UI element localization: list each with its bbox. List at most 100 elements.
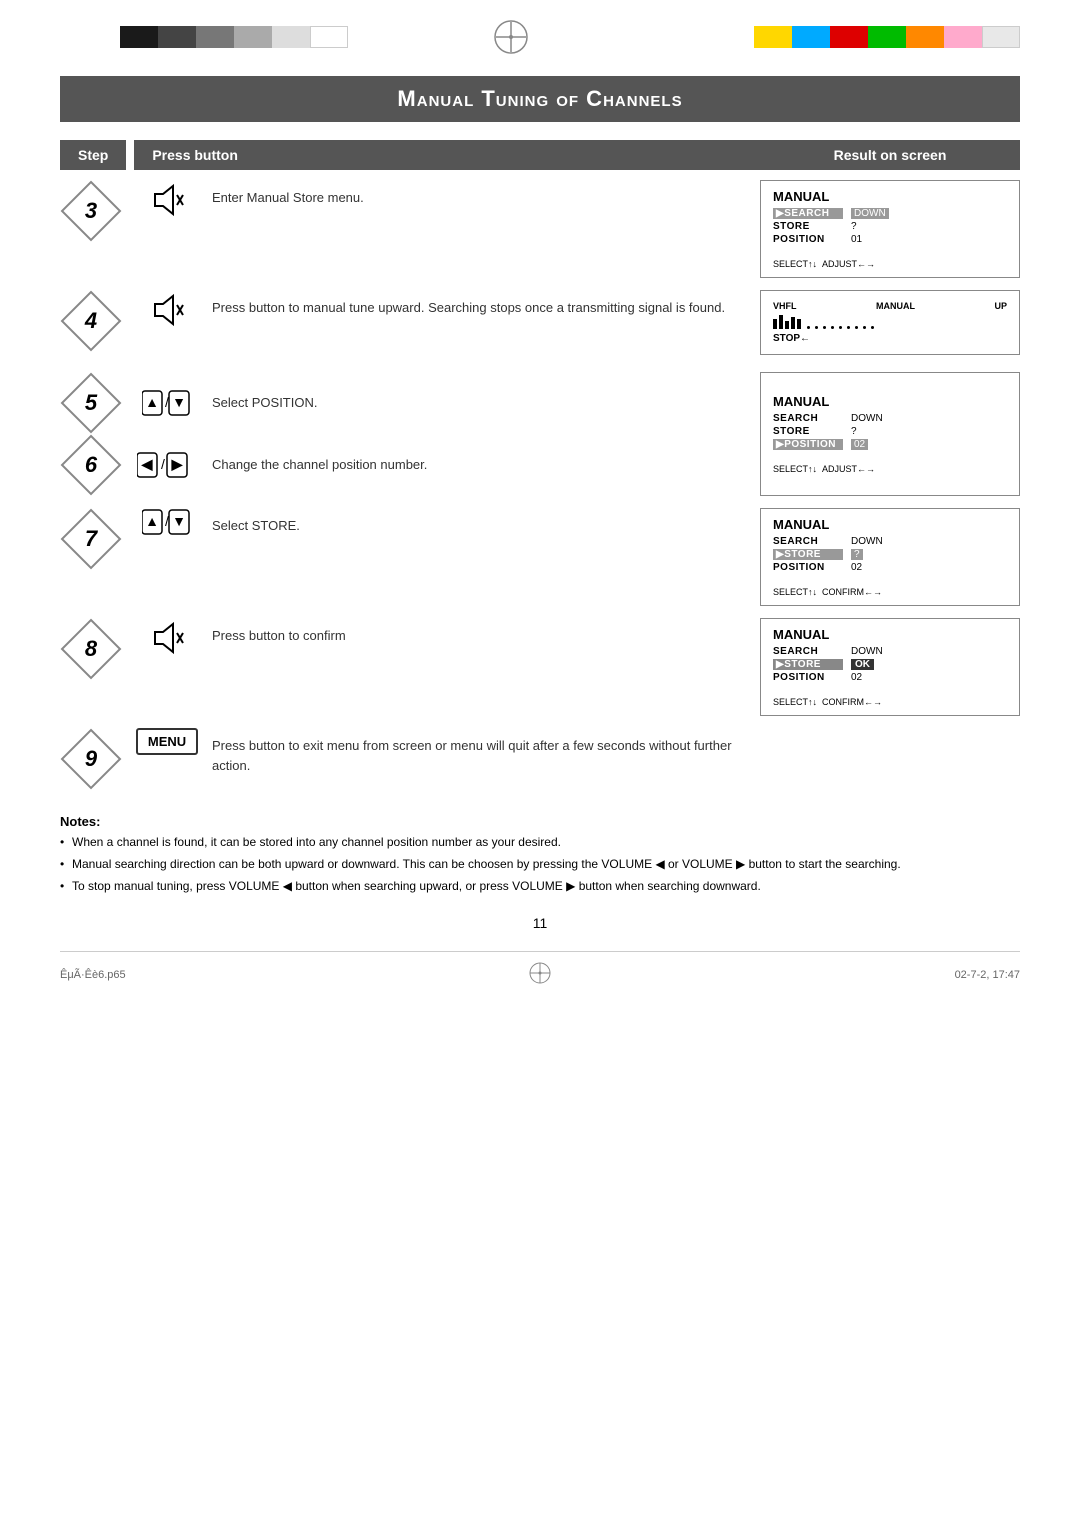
rows-5-6-left: 5 ▲ / ▼ Select POSITION. xyxy=(60,372,750,496)
step-number: 5 xyxy=(85,390,97,416)
result-row-store: STORE ? xyxy=(773,221,1007,232)
step-6-description: Change the channel position number. xyxy=(212,447,750,483)
footer-crosshair xyxy=(527,960,553,989)
right-color-strip xyxy=(754,26,1020,48)
step-8-description: Press button to confirm xyxy=(212,618,750,654)
color-block-silver xyxy=(982,26,1020,48)
step-7-result: MANUAL SEARCH DOWN ▶STORE ? POSITION 02 … xyxy=(760,508,1020,606)
step-3-diamond: 3 xyxy=(60,180,122,242)
step-4-description: Press button to manual tune upward. Sear… xyxy=(212,290,750,326)
step-number: 6 xyxy=(85,452,97,478)
svg-text:▲: ▲ xyxy=(145,513,159,529)
rows-5-6: 5 ▲ / ▼ Select POSITION. xyxy=(60,372,1020,496)
step-3-result: MANUAL ▶SEARCH DOWN STORE ? POSITION 01 … xyxy=(760,180,1020,278)
volume-down-icon xyxy=(147,180,187,220)
result-row-store-7: ▶STORE ? xyxy=(773,549,1007,560)
signal-labels: VHFL MANUAL UP xyxy=(773,301,1007,311)
signal-bar-row xyxy=(773,315,1007,329)
step-4-result: VHFL MANUAL UP xyxy=(760,290,1020,355)
result-row-position: POSITION 01 xyxy=(773,234,1007,245)
table-row-6: 6 ◀ / ▶ Change the channel position numb… xyxy=(60,434,750,496)
table-row-4: 4 Press button to manual tune upward. Se… xyxy=(60,290,1020,360)
step-7-button: ▲ / ▼ xyxy=(132,508,202,536)
color-block-white xyxy=(310,26,348,48)
step-3-description: Enter Manual Store menu. xyxy=(212,180,750,216)
step-8-button xyxy=(132,618,202,658)
main-table: Step Press button Result on screen 3 Ent… xyxy=(60,140,1020,798)
header-step: Step xyxy=(60,140,126,170)
svg-text:▼: ▼ xyxy=(172,394,186,410)
step-4-diamond: 4 xyxy=(60,290,122,352)
step-9-description: Press button to exit menu from screen or… xyxy=(212,728,760,783)
step-9-button: MENU xyxy=(132,728,202,755)
color-block-lightgray xyxy=(234,26,272,48)
svg-text:▶: ▶ xyxy=(171,456,184,472)
color-block-green xyxy=(868,26,906,48)
left-color-strip xyxy=(120,26,348,48)
color-block-black xyxy=(120,26,158,48)
notes-title: Notes: xyxy=(60,814,1020,829)
step-7-description: Select STORE. xyxy=(212,508,750,544)
result-row-search-7: SEARCH DOWN xyxy=(773,536,1007,547)
step-number: 3 xyxy=(85,198,97,224)
result-row-search: SEARCH DOWN xyxy=(773,413,1007,424)
signal-bars xyxy=(773,315,801,329)
color-block-darkgray xyxy=(158,26,196,48)
stop-arrow: STOP← xyxy=(773,333,1007,344)
top-color-bar xyxy=(0,0,1080,66)
svg-text:◀: ◀ xyxy=(141,456,153,472)
menu-button[interactable]: MENU xyxy=(136,728,198,755)
table-row: 3 Enter Manual Store menu. MANUAL ▶SEARC… xyxy=(60,180,1020,278)
updown-icon: ▲ / ▼ xyxy=(142,389,192,417)
crosshair-center xyxy=(348,18,674,56)
footer-right: 02-7-2, 17:47 xyxy=(955,969,1020,981)
svg-text:▲: ▲ xyxy=(145,394,159,410)
step-8-diamond: 8 xyxy=(60,618,122,680)
step-5-button: ▲ / ▼ xyxy=(132,389,202,417)
result-row-store-8: ▶STORE OK xyxy=(773,659,1007,670)
step-number: 8 xyxy=(85,636,97,662)
step-5-6-result: MANUAL SEARCH DOWN STORE ? ▶POSITION 02 … xyxy=(760,372,1020,496)
header-result: Result on screen xyxy=(760,140,1020,170)
leftright-icon: ◀ / ▶ xyxy=(137,451,197,479)
signal-dots xyxy=(807,326,874,329)
footer-left: ÊμÃ·Êè6.p65 xyxy=(60,969,126,981)
step-9-diamond: 9 xyxy=(60,728,122,790)
updown-icon-2: ▲ / ▼ xyxy=(142,508,192,536)
step-5-diamond: 5 xyxy=(60,372,122,434)
table-row-5: 5 ▲ / ▼ Select POSITION. xyxy=(60,372,750,434)
result-row-store: STORE ? xyxy=(773,426,1007,437)
table-header: Step Press button Result on screen xyxy=(60,140,1020,170)
color-block-orange xyxy=(906,26,944,48)
svg-text:▼: ▼ xyxy=(172,513,186,529)
step-8-result: MANUAL SEARCH DOWN ▶STORE OK POSITION 02… xyxy=(760,618,1020,716)
page-footer: ÊμÃ·Êè6.p65 02-7-2, 17:47 xyxy=(60,951,1020,989)
result-footer-8: SELECT↑↓ CONFIRM←→ xyxy=(773,697,1007,707)
note-3: To stop manual tuning, press VOLUME ◀ bu… xyxy=(60,877,1020,895)
color-block-yellow xyxy=(754,26,792,48)
table-row-7: 7 ▲ / ▼ Select STORE. MANUAL SEARCH DOWN… xyxy=(60,508,1020,606)
result-row-position-8: POSITION 02 xyxy=(773,672,1007,683)
note-2: Manual searching direction can be both u… xyxy=(60,855,1020,873)
step-3-button xyxy=(132,180,202,220)
svg-text:/: / xyxy=(161,456,165,472)
notes-list: When a channel is found, it can be store… xyxy=(60,833,1020,895)
step-6-button: ◀ / ▶ xyxy=(132,451,202,479)
notes-section: Notes: When a channel is found, it can b… xyxy=(60,814,1020,895)
step-number: 9 xyxy=(85,746,97,772)
header-press: Press button xyxy=(134,140,760,170)
page-title-bar: Manual Tuning of Channels xyxy=(60,76,1020,122)
color-block-red xyxy=(830,26,868,48)
result-footer-3: SELECT↑↓ ADJUST←→ xyxy=(773,259,1007,269)
step-5-description: Select POSITION. xyxy=(212,385,750,421)
result-row-position: ▶POSITION 02 xyxy=(773,439,1007,450)
note-1: When a channel is found, it can be store… xyxy=(60,833,1020,851)
step-7-diamond: 7 xyxy=(60,508,122,570)
page-title: Manual Tuning of Channels xyxy=(80,86,1000,112)
table-row-8: 8 Press button to confirm MANUAL SEARCH … xyxy=(60,618,1020,716)
step-number: 7 xyxy=(85,526,97,552)
result-row-position-7: POSITION 02 xyxy=(773,562,1007,573)
color-block-cyan xyxy=(792,26,830,48)
color-block-pink xyxy=(944,26,982,48)
footer-crosshair-icon xyxy=(527,960,553,986)
